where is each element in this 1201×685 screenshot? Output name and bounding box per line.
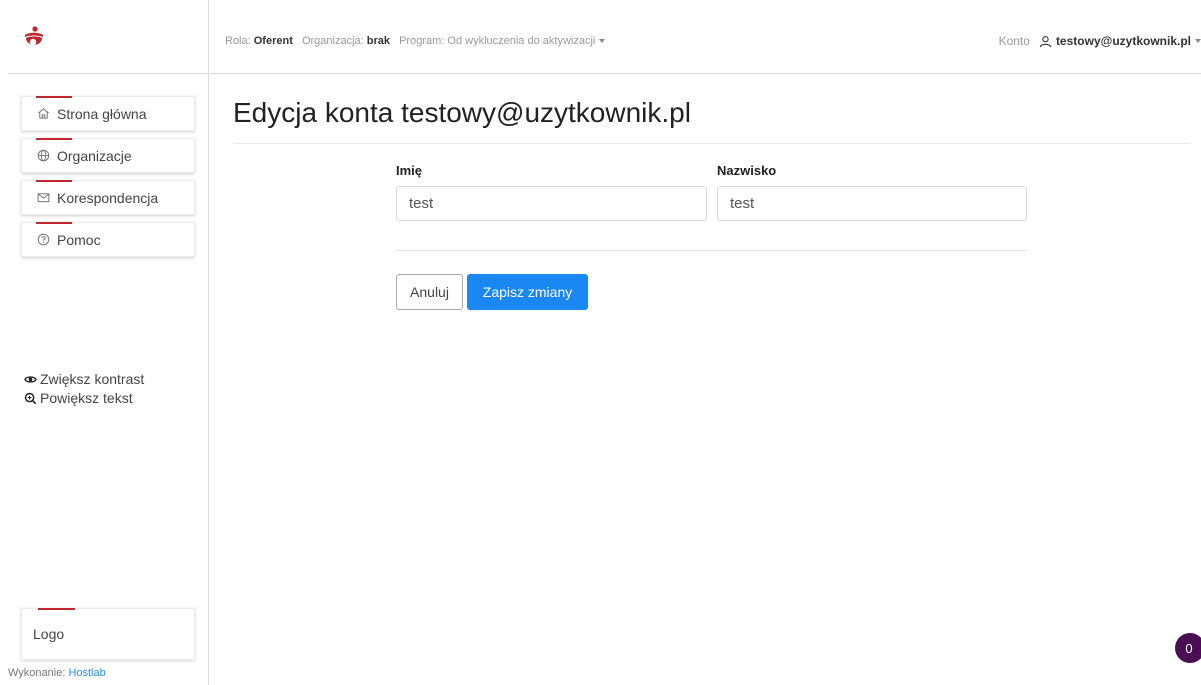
role-value: Oferent <box>253 35 293 47</box>
sidebar-item-label: Pomoc <box>57 231 101 248</box>
first-name-label: Imię <box>396 163 423 178</box>
footer-logo-label: Logo <box>33 626 65 642</box>
org-label: Organizacja: <box>301 35 364 47</box>
account-menu[interactable]: testowy@uzytkownik.pl <box>1039 34 1201 48</box>
increase-contrast-label: Zwiększ kontrast <box>40 371 145 387</box>
last-name-label: Nazwisko <box>717 163 777 178</box>
enlarge-text-link[interactable]: Powiększ tekst <box>24 389 144 408</box>
cancel-button[interactable]: Anuluj <box>396 274 463 310</box>
globe-icon <box>36 149 50 163</box>
context-info: Rola: Oferent Organizacja: brak Program:… <box>225 35 606 47</box>
program-value: Od wykluczenia do aktywizacji <box>447 35 596 47</box>
credit: Wykonanie: Hostlab <box>8 667 106 679</box>
sidebar-item-label: Korespondencja <box>57 189 159 206</box>
person-logo-icon[interactable] <box>22 26 46 50</box>
envelope-icon <box>36 191 50 205</box>
sidebar-item-organizations[interactable]: Organizacje <box>21 138 195 173</box>
zoom-in-icon <box>24 392 37 405</box>
help-circle-icon <box>36 233 50 247</box>
account-user: testowy@uzytkownik.pl <box>1055 34 1191 48</box>
sidebar-item-home[interactable]: Strona główna <box>21 96 195 131</box>
logo-area <box>8 0 209 74</box>
account-label: Konto <box>998 34 1030 48</box>
form-divider <box>396 250 1027 251</box>
role-label: Rola: <box>225 35 251 47</box>
org-value: brak <box>366 35 391 47</box>
last-name-field[interactable] <box>717 186 1027 221</box>
user-icon <box>1039 35 1052 47</box>
account-area: Konto testowy@uzytkownik.pl <box>999 34 1201 48</box>
sidebar: Strona główna Organizacje Korespondencja… <box>0 0 209 685</box>
save-button[interactable]: Zapisz zmiany <box>467 274 588 310</box>
notification-badge[interactable]: 0 <box>1175 633 1201 663</box>
sidebar-item-help[interactable]: Pomoc <box>21 222 195 257</box>
program-select[interactable]: Od wykluczenia do aktywizacji <box>447 35 606 47</box>
sidebar-item-label: Organizacje <box>57 147 132 164</box>
credit-link[interactable]: Hostlab <box>68 667 105 679</box>
credit-prefix: Wykonanie: <box>8 667 66 679</box>
sidebar-item-label: Strona główna <box>57 105 147 122</box>
top-bar: Rola: Oferent Organizacja: brak Program:… <box>210 0 1201 74</box>
chevron-down-icon <box>599 39 606 44</box>
first-name-field[interactable] <box>396 186 707 221</box>
sidebar-item-correspondence[interactable]: Korespondencja <box>21 180 195 215</box>
accessibility-tools: Zwiększ kontrast Powiększ tekst <box>24 370 144 408</box>
home-icon <box>36 107 50 121</box>
divider <box>233 143 1191 144</box>
increase-contrast-link[interactable]: Zwiększ kontrast <box>24 370 144 389</box>
enlarge-text-label: Powiększ tekst <box>40 390 133 406</box>
page-title: Edycja konta testowy@uzytkownik.pl <box>233 97 691 128</box>
footer-logo-card: Logo <box>21 608 195 660</box>
chevron-down-icon <box>1195 39 1201 43</box>
sidebar-nav: Strona główna Organizacje Korespondencja… <box>21 96 195 264</box>
program-label: Program: <box>399 35 445 47</box>
eye-icon <box>24 373 37 386</box>
